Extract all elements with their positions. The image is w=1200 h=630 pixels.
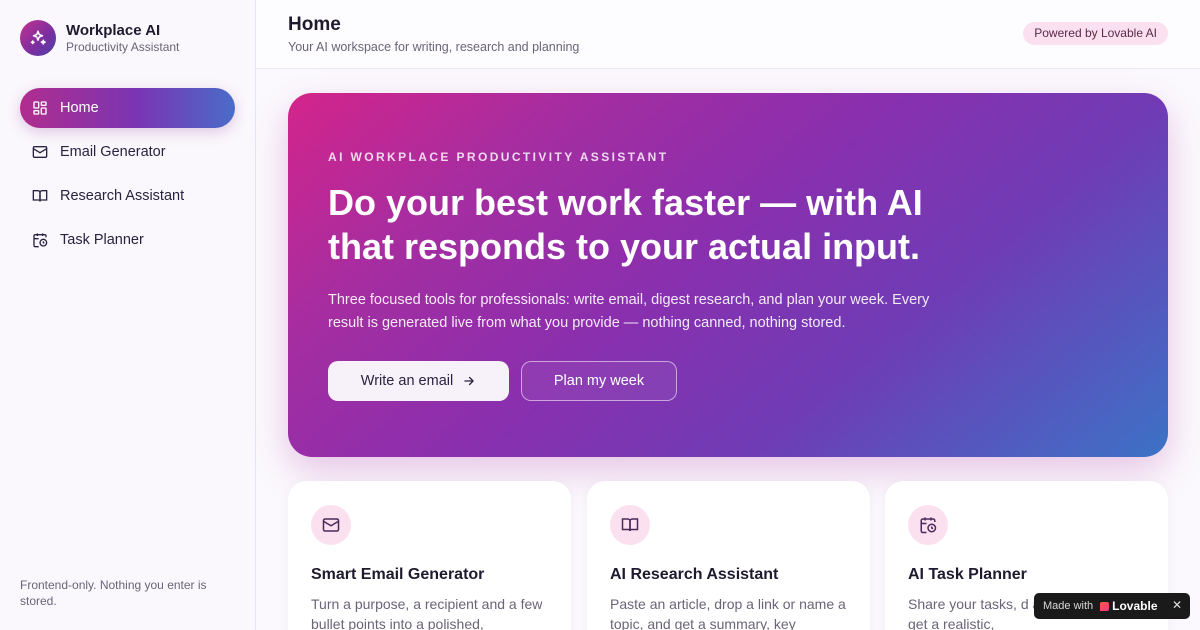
sidebar: Workplace AI Productivity Assistant Home… (0, 0, 256, 630)
sidebar-item-label: Email Generator (60, 144, 166, 160)
hero-eyebrow: AI WORKPLACE PRODUCTIVITY ASSISTANT (328, 150, 669, 164)
mail-icon (311, 505, 351, 545)
mail-icon (32, 144, 48, 160)
page-title: Home (288, 14, 341, 35)
book-icon (32, 188, 48, 204)
card-description: Paste an article, drop a link or name a … (610, 596, 846, 630)
hero-title: Do your best work faster — with AI that … (328, 182, 923, 267)
made-with-label: Made with (1043, 600, 1094, 612)
calendar-clock-icon (32, 232, 48, 248)
sidebar-item-task-planner[interactable]: Task Planner (20, 220, 235, 260)
card-title: Smart Email Generator (311, 566, 485, 583)
brand-subtitle: Productivity Assistant (66, 39, 180, 54)
brand-name: Workplace AI (66, 21, 161, 39)
feature-card-email[interactable]: Smart Email Generator Turn a purpose, a … (288, 481, 571, 630)
card-title: AI Research Assistant (610, 566, 779, 583)
grid-icon (32, 100, 48, 116)
feature-card-research[interactable]: AI Research Assistant Paste an article, … (587, 481, 870, 630)
powered-by-badge: Powered by Lovable AI (1023, 22, 1168, 45)
lovable-logo-icon (1100, 601, 1110, 611)
close-icon[interactable]: ✕ (1172, 598, 1182, 612)
plan-week-button-label: Plan my week (553, 373, 645, 389)
calendar-clock-icon (908, 505, 948, 545)
card-title: AI Task Planner (908, 566, 1027, 583)
lovable-brand-label: Lovable (1112, 599, 1158, 613)
page-header: Home Your AI workspace for writing, rese… (256, 0, 1200, 69)
book-icon (610, 505, 650, 545)
sidebar-item-label: Task Planner (60, 232, 144, 248)
page-subtitle: Your AI workspace for writing, research … (288, 40, 580, 54)
sidebar-item-label: Research Assistant (60, 188, 185, 204)
sidebar-nav: Home Email Generator Research Assistant … (20, 88, 235, 264)
hero-banner: AI WORKPLACE PRODUCTIVITY ASSISTANT Do y… (288, 93, 1168, 457)
card-description: Turn a purpose, a recipient and a few bu… (311, 596, 543, 630)
brand[interactable]: Workplace AI Productivity Assistant (20, 20, 179, 56)
sidebar-footer-note: Frontend-only. Nothing you enter is stor… (20, 578, 207, 608)
made-with-lovable-badge[interactable]: Made with Lovable ✕ (1034, 593, 1190, 619)
write-email-button-label: Write an email (360, 373, 454, 389)
sidebar-item-email-generator[interactable]: Email Generator (20, 132, 235, 172)
sidebar-item-home[interactable]: Home (20, 88, 235, 128)
hero-description: Three focused tools for professionals: w… (328, 292, 930, 331)
write-email-button[interactable]: Write an email (328, 361, 509, 401)
plan-week-button[interactable]: Plan my week (521, 361, 677, 401)
sparkles-icon (20, 20, 56, 56)
sidebar-item-label: Home (60, 100, 99, 116)
arrow-right-icon (462, 374, 476, 388)
sidebar-item-research-assistant[interactable]: Research Assistant (20, 176, 235, 216)
